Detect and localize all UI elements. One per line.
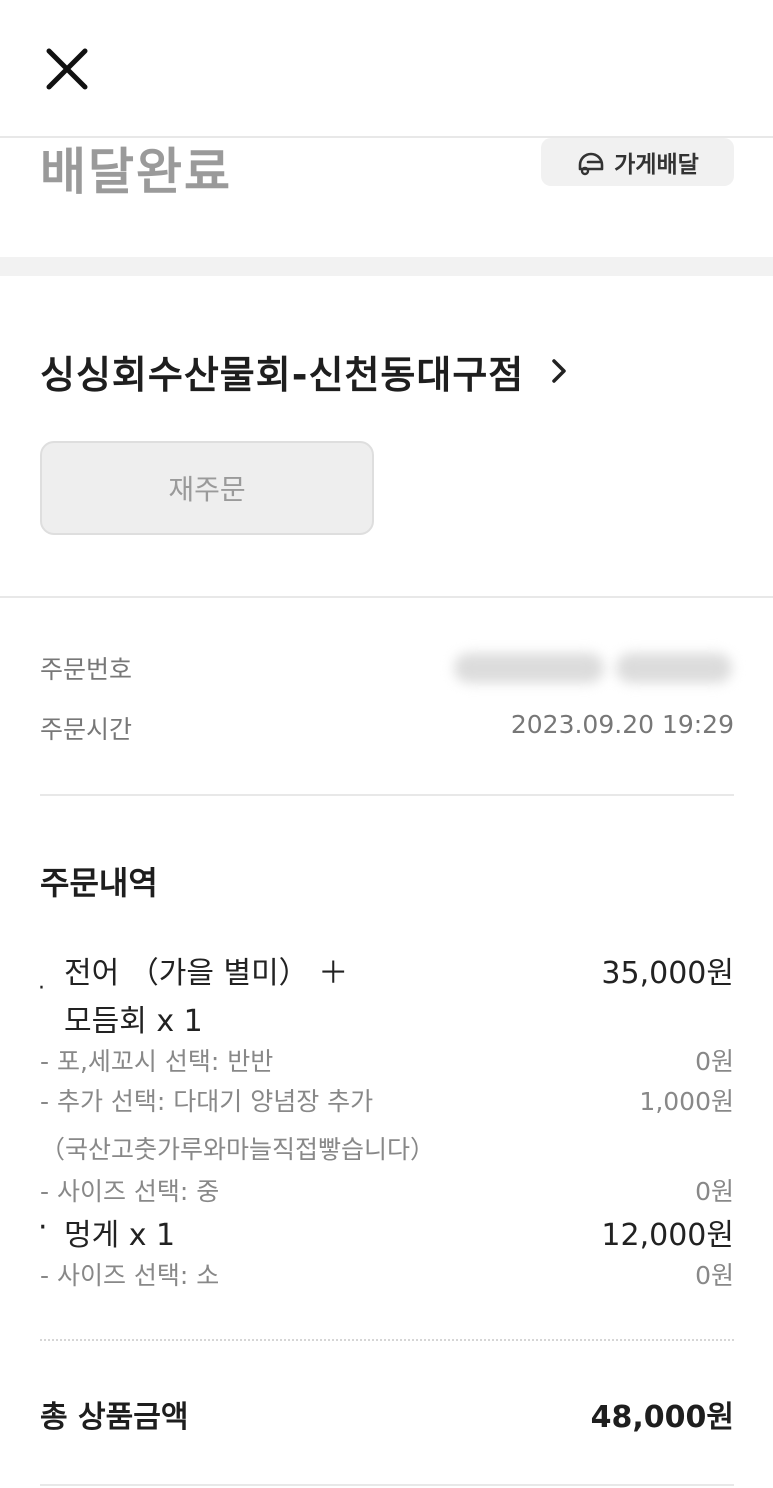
option-label: - 포,세꼬시 선택: 반반 xyxy=(40,1047,274,1076)
reorder-button[interactable]: 재주문 xyxy=(40,441,374,535)
divider xyxy=(0,596,773,598)
order-details-title: 주문내역 xyxy=(40,864,158,902)
section-separator-band xyxy=(0,257,773,276)
order-number-label: 주문번호 xyxy=(40,655,133,684)
order-number-value-blurred xyxy=(450,650,734,686)
badge-label: 가게배달 xyxy=(614,152,699,178)
divider xyxy=(40,794,734,796)
option-label: - 추가 선택: 다대기 양념장 추가 xyxy=(40,1087,374,1116)
option-label: - 사이즈 선택: 소 xyxy=(40,1261,220,1290)
option-label: - 사이즈 선택: 중 xyxy=(40,1177,220,1206)
close-icon[interactable] xyxy=(40,42,94,96)
top-bar xyxy=(0,0,773,138)
option-price: 1,000원 xyxy=(639,1087,734,1116)
item-name-line1: 전어 （가을 별미） ＋ xyxy=(64,956,349,991)
store-delivery-badge: 가게배달 xyxy=(541,138,734,186)
bullet-dot: · xyxy=(38,976,45,1001)
divider xyxy=(40,1484,734,1486)
option-price: 0원 xyxy=(695,1177,734,1206)
order-time-value: 2023.09.20 19:29 xyxy=(510,710,734,739)
total-label: 총 상품금액 xyxy=(40,1400,189,1435)
store-name: 싱싱회수산물회-신천동대구점 xyxy=(40,352,525,397)
order-time-label: 주문시간 xyxy=(40,715,133,744)
item-price: 12,000원 xyxy=(601,1218,734,1253)
option-price: 0원 xyxy=(695,1047,734,1076)
bullet-dot: · xyxy=(38,1210,48,1245)
item-name-line2: 모듬회 x 1 xyxy=(64,1004,203,1039)
option-label: （국산고춧가루와마늘직접빻습니다） xyxy=(40,1135,436,1164)
option-price: 0원 xyxy=(695,1261,734,1290)
delivery-status-title: 배달완료 xyxy=(40,143,232,201)
store-link[interactable]: 싱싱회수산물회-신천동대구점 xyxy=(40,336,574,406)
dotted-divider xyxy=(40,1339,734,1341)
total-value: 48,000원 xyxy=(590,1400,734,1435)
chevron-right-icon xyxy=(552,359,567,383)
item-price: 35,000원 xyxy=(601,956,734,991)
helmet-icon xyxy=(578,152,604,176)
item-name-line1: 멍게 x 1 xyxy=(64,1218,176,1253)
